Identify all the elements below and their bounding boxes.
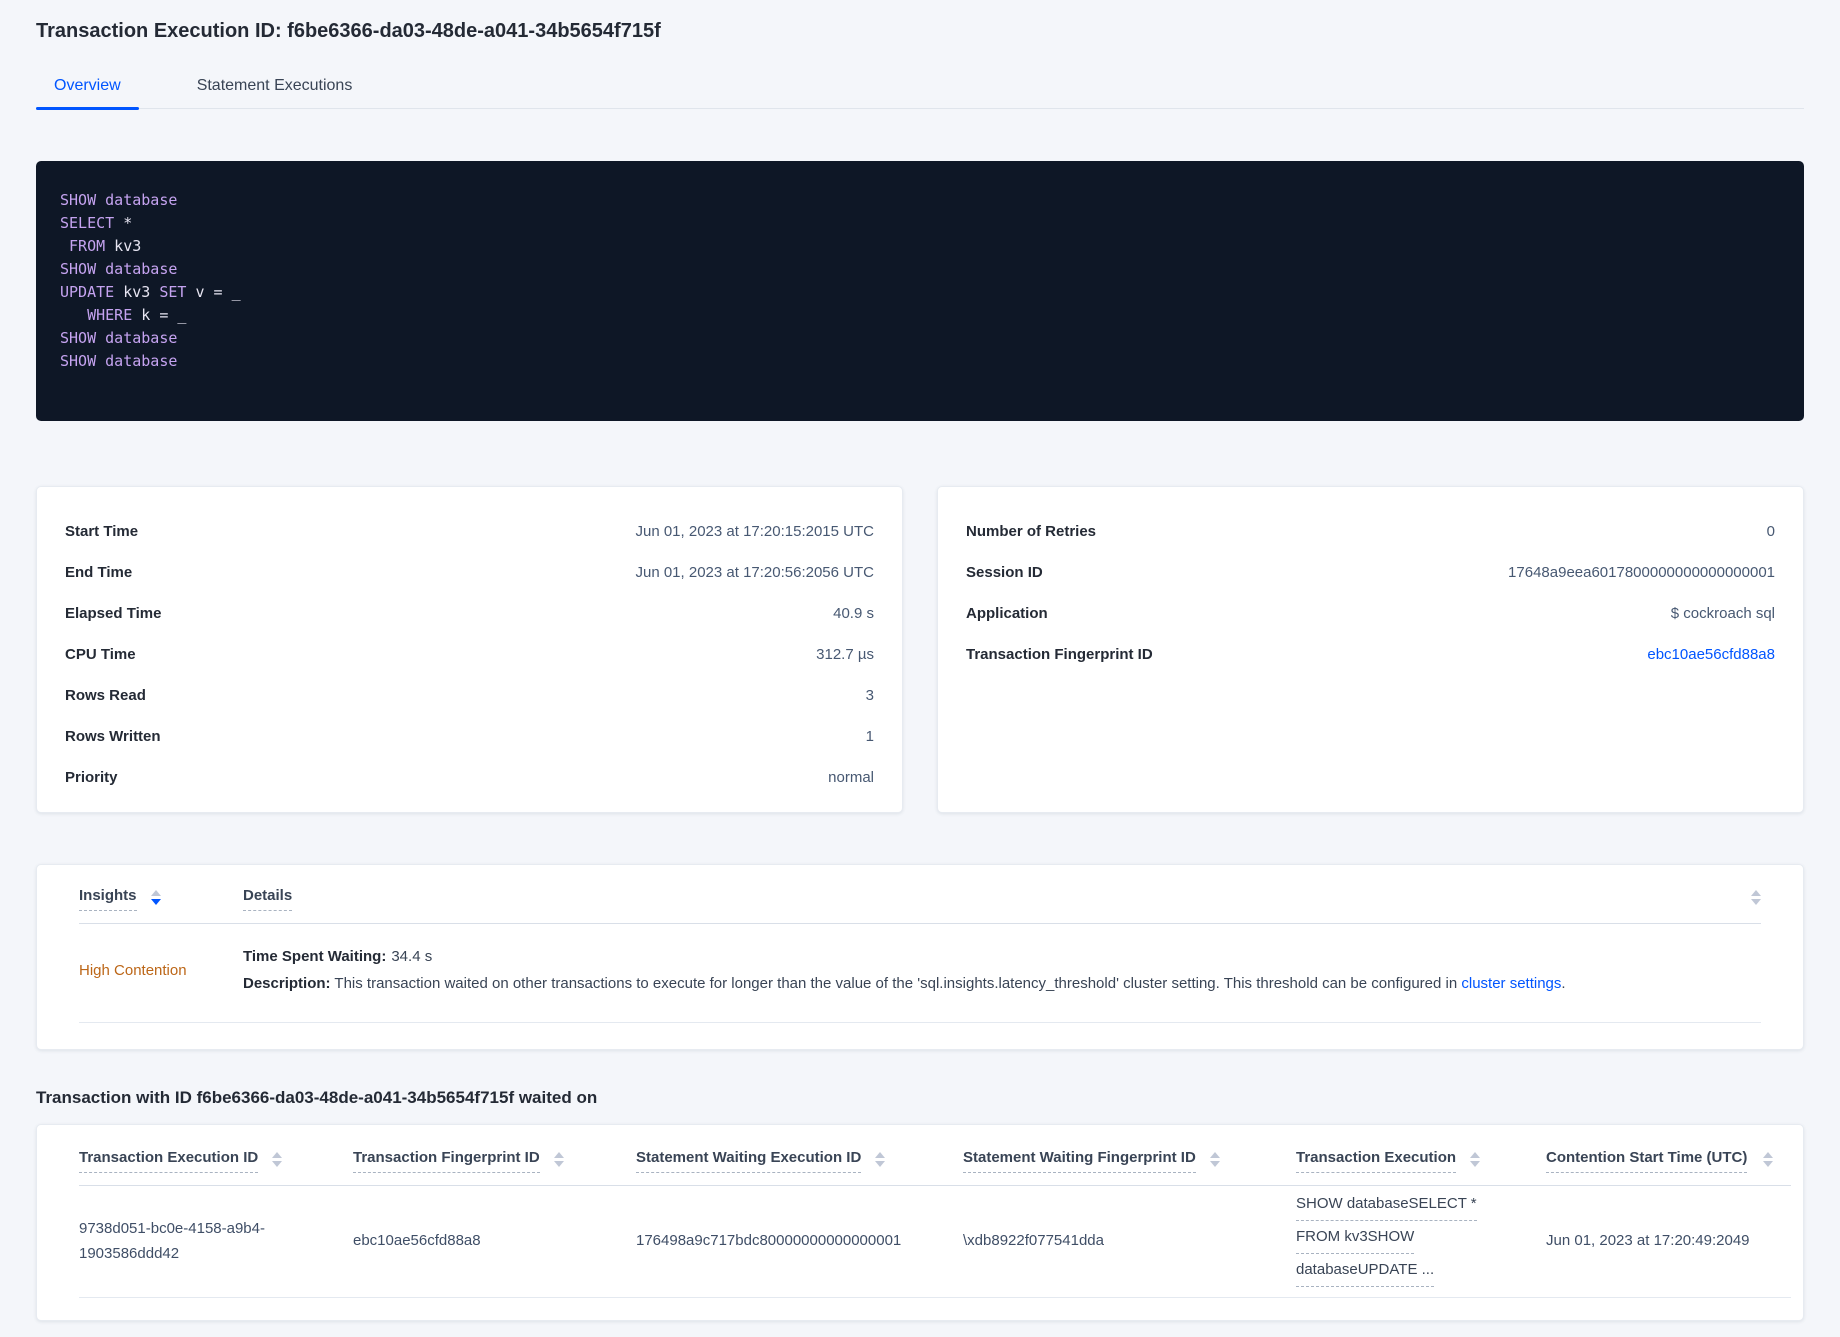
tab-bar: Overview Statement Executions	[36, 67, 1804, 110]
column-header-stmt-waiting-execution-id[interactable]: Statement Waiting Execution ID	[636, 1149, 963, 1173]
execution-stats-card: Start Time Jun 01, 2023 at 17:20:15:2015…	[36, 486, 903, 813]
session-details-card: Number of Retries 0 Session ID 17648a9ee…	[937, 486, 1804, 813]
cell-stmt-waiting-fingerprint-id: \xdb8922f077541dda	[963, 1232, 1104, 1250]
waited-on-table-header: Transaction Execution ID Transaction Fin…	[79, 1149, 1791, 1173]
tab-statement-executions-label: Statement Executions	[196, 77, 353, 94]
stat-value: Jun 01, 2023 at 17:20:56:2056 UTC	[635, 564, 874, 581]
stat-label: Priority	[65, 769, 118, 786]
sort-arrows-icon	[1763, 1152, 1773, 1167]
sort-arrows-icon	[1751, 890, 1761, 905]
insight-row: High Contention Time Spent Waiting: 34.4 …	[79, 924, 1761, 1023]
insights-column-label: Insights	[79, 887, 137, 911]
details-column-label: Details	[243, 887, 293, 911]
cell-txn-execution-id: 9738d051-bc0e-4158-a9b4-1903586ddd42	[79, 1219, 265, 1262]
stat-row-retries: Number of Retries 0	[966, 511, 1775, 552]
summary-cards-row: Start Time Jun 01, 2023 at 17:20:15:2015…	[36, 486, 1804, 813]
sort-arrows-icon	[272, 1152, 283, 1167]
stat-value: Jun 01, 2023 at 17:20:15:2015 UTC	[635, 523, 874, 540]
column-header-txn-fingerprint-id[interactable]: Transaction Fingerprint ID	[353, 1149, 636, 1173]
stat-row-start-time: Start Time Jun 01, 2023 at 17:20:15:2015…	[65, 511, 874, 552]
column-header-contention-start-time[interactable]: Contention Start Time (UTC)	[1546, 1149, 1791, 1173]
transaction-fingerprint-link[interactable]: ebc10ae56cfd88a8	[1647, 646, 1775, 663]
sort-arrows-icon	[875, 1152, 886, 1167]
stat-label: Transaction Fingerprint ID	[966, 646, 1153, 663]
stat-value: 1	[865, 728, 874, 745]
stat-label: End Time	[65, 564, 133, 581]
stat-label: Session ID	[966, 564, 1043, 581]
stat-row-end-time: End Time Jun 01, 2023 at 17:20:56:2056 U…	[65, 552, 874, 593]
cell-txn-fingerprint-id: ebc10ae56cfd88a8	[353, 1232, 481, 1250]
sql-statements-box: SHOW database SELECT * FROM kv3 SHOW datab…	[36, 161, 1804, 421]
cell-stmt-waiting-execution-id: 176498a9c717bdc80000000000000001	[636, 1232, 902, 1250]
stat-value: 312.7 µs	[816, 646, 874, 663]
sort-arrows-icon	[553, 1152, 564, 1167]
insight-type-badge: High Contention	[79, 961, 187, 979]
column-header-stmt-waiting-fingerprint-id[interactable]: Statement Waiting Fingerprint ID	[963, 1149, 1296, 1173]
stat-value: normal	[828, 769, 874, 786]
time-spent-waiting: Time Spent Waiting: 34.4 s	[243, 948, 433, 965]
stat-label: Rows Read	[65, 687, 146, 704]
stat-row-rows-read: Rows Read 3	[65, 675, 874, 716]
stat-value: 0	[1766, 523, 1775, 540]
tab-overview-label: Overview	[54, 77, 121, 94]
details-column-header[interactable]: Details	[243, 887, 1761, 911]
page-title: Transaction Execution ID: f6be6366-da03-…	[36, 20, 661, 42]
tab-overview[interactable]: Overview	[36, 67, 139, 110]
cell-txn-execution-link[interactable]: SHOW databaseSELECT * FROM kv3SHOW datab…	[1296, 1192, 1546, 1290]
stat-label: CPU Time	[65, 646, 136, 663]
stat-label: Rows Written	[65, 728, 161, 745]
tab-statement-executions[interactable]: Statement Executions	[197, 67, 353, 108]
insights-table-header: Insights Details	[79, 887, 1761, 911]
stat-value: 40.9 s	[833, 605, 874, 622]
stat-label: Elapsed Time	[65, 605, 162, 622]
waited-on-heading: Transaction with ID f6be6366-da03-48de-a…	[36, 1088, 598, 1107]
sort-arrows-icon	[1470, 1152, 1481, 1167]
stat-label: Application	[966, 605, 1048, 622]
insights-column-header[interactable]: Insights	[79, 887, 243, 911]
stat-label: Number of Retries	[966, 523, 1097, 540]
insight-details: Time Spent Waiting: 34.4 s Description: T…	[243, 948, 1761, 992]
stat-value: 17648a9eea6017800000000000000001	[1508, 564, 1775, 581]
sql-statements-text: SHOW database SELECT * FROM kv3 SHOW datab…	[60, 191, 241, 370]
insight-description: Description: This transaction waited on …	[243, 975, 1566, 992]
stat-label: Start Time	[65, 523, 139, 540]
cluster-settings-link[interactable]: cluster settings	[1461, 975, 1561, 992]
waited-on-table-row: 9738d051-bc0e-4158-a9b4-1903586ddd42 ebc…	[79, 1186, 1791, 1298]
stat-row-cpu-time: CPU Time 312.7 µs	[65, 634, 874, 675]
sort-arrows-icon	[150, 890, 161, 905]
transaction-details-page: Transaction Execution ID: f6be6366-da03-…	[0, 0, 1840, 1337]
column-header-txn-execution[interactable]: Transaction Execution	[1296, 1149, 1546, 1173]
sort-arrows-icon	[1209, 1152, 1220, 1167]
stat-row-rows-written: Rows Written 1	[65, 716, 874, 757]
stat-row-elapsed-time: Elapsed Time 40.9 s	[65, 593, 874, 634]
stat-row-session-id: Session ID 17648a9eea6017800000000000000…	[966, 552, 1775, 593]
cell-contention-start-time: Jun 01, 2023 at 17:20:49:2049	[1546, 1232, 1750, 1250]
waited-on-table-card: Transaction Execution ID Transaction Fin…	[36, 1124, 1804, 1321]
stat-row-application: Application $ cockroach sql	[966, 593, 1775, 634]
stat-value: 3	[865, 687, 874, 704]
stat-row-priority: Priority normal	[65, 757, 874, 798]
column-header-txn-execution-id[interactable]: Transaction Execution ID	[79, 1149, 353, 1173]
stat-row-txn-fingerprint-id: Transaction Fingerprint ID ebc10ae56cfd8…	[966, 634, 1775, 675]
insights-card: Insights Details High Contention Time Sp…	[36, 864, 1804, 1050]
stat-value: $ cockroach sql	[1670, 605, 1775, 622]
